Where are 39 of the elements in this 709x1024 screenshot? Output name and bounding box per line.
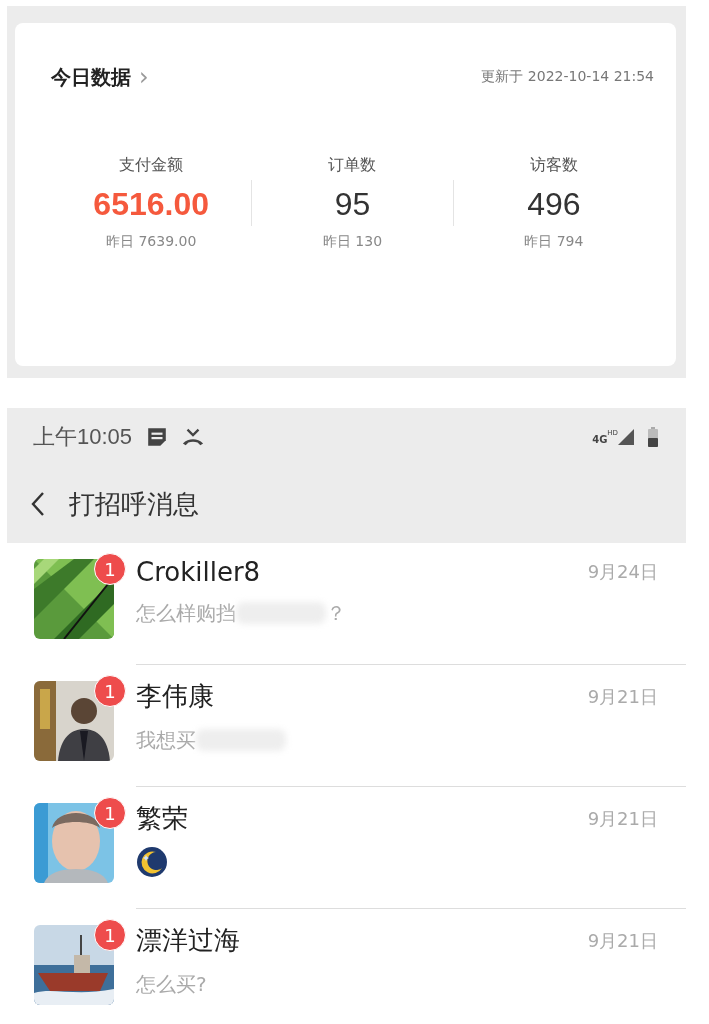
metric-value: 6516.00 <box>93 186 209 223</box>
unread-badge: 1 <box>94 675 126 707</box>
moon-icon <box>136 846 168 878</box>
battery-icon <box>648 426 658 447</box>
card-title[interactable]: 今日数据 <box>51 63 131 91</box>
unread-badge: 1 <box>94 797 126 829</box>
unread-badge: 1 <box>94 553 126 585</box>
metric-value: 95 <box>334 186 371 223</box>
message-date: 9月21日 <box>587 684 658 709</box>
missed-call-icon <box>182 426 205 447</box>
yesterday-value: 昨日 7639.00 <box>106 233 197 251</box>
contact-name: 繁荣 <box>136 802 188 835</box>
page-title: 打招呼消息 <box>69 487 199 521</box>
yesterday-value: 昨日 794 <box>524 233 584 251</box>
clock: 上午10:05 <box>33 422 133 451</box>
metric-label: 订单数 <box>328 155 377 176</box>
message-preview: 怎么样购挡 <box>136 599 236 627</box>
metric-label: 访客数 <box>529 155 578 176</box>
message-date: 9月21日 <box>587 806 658 831</box>
unread-badge: 1 <box>94 919 126 951</box>
contact-name: 漂洋过海 <box>136 924 240 957</box>
network-label: 4G <box>592 433 608 445</box>
message-row[interactable]: 1 繁荣 9月21日 <box>7 787 686 909</box>
metric-value: 496 <box>527 186 581 223</box>
message-preview: 怎么买? <box>136 970 207 998</box>
yesterday-value: 昨日 130 <box>322 233 383 251</box>
message-date: 9月24日 <box>587 560 658 584</box>
contact-name: 李伟康 <box>136 680 214 713</box>
update-time: 更新于 2022-10-14 21:54 <box>481 68 654 86</box>
message-row[interactable]: 1 李伟康 9月21日 我想买 <box>7 665 686 787</box>
message-date: 9月21日 <box>587 928 658 953</box>
message-row[interactable]: 1 漂洋过海 9月21日 怎么买? <box>7 909 686 1024</box>
notes-icon <box>146 426 169 447</box>
message-preview: 我想买 <box>136 726 196 754</box>
metric-label: 支付金额 <box>119 155 184 176</box>
contact-name: Crokiller8 <box>136 557 261 587</box>
message-preview: ？ <box>326 599 346 627</box>
message-row[interactable]: 1 Crokiller8 9月24日 怎么样购挡 ？ <box>7 543 686 665</box>
signal-icon <box>618 428 634 445</box>
